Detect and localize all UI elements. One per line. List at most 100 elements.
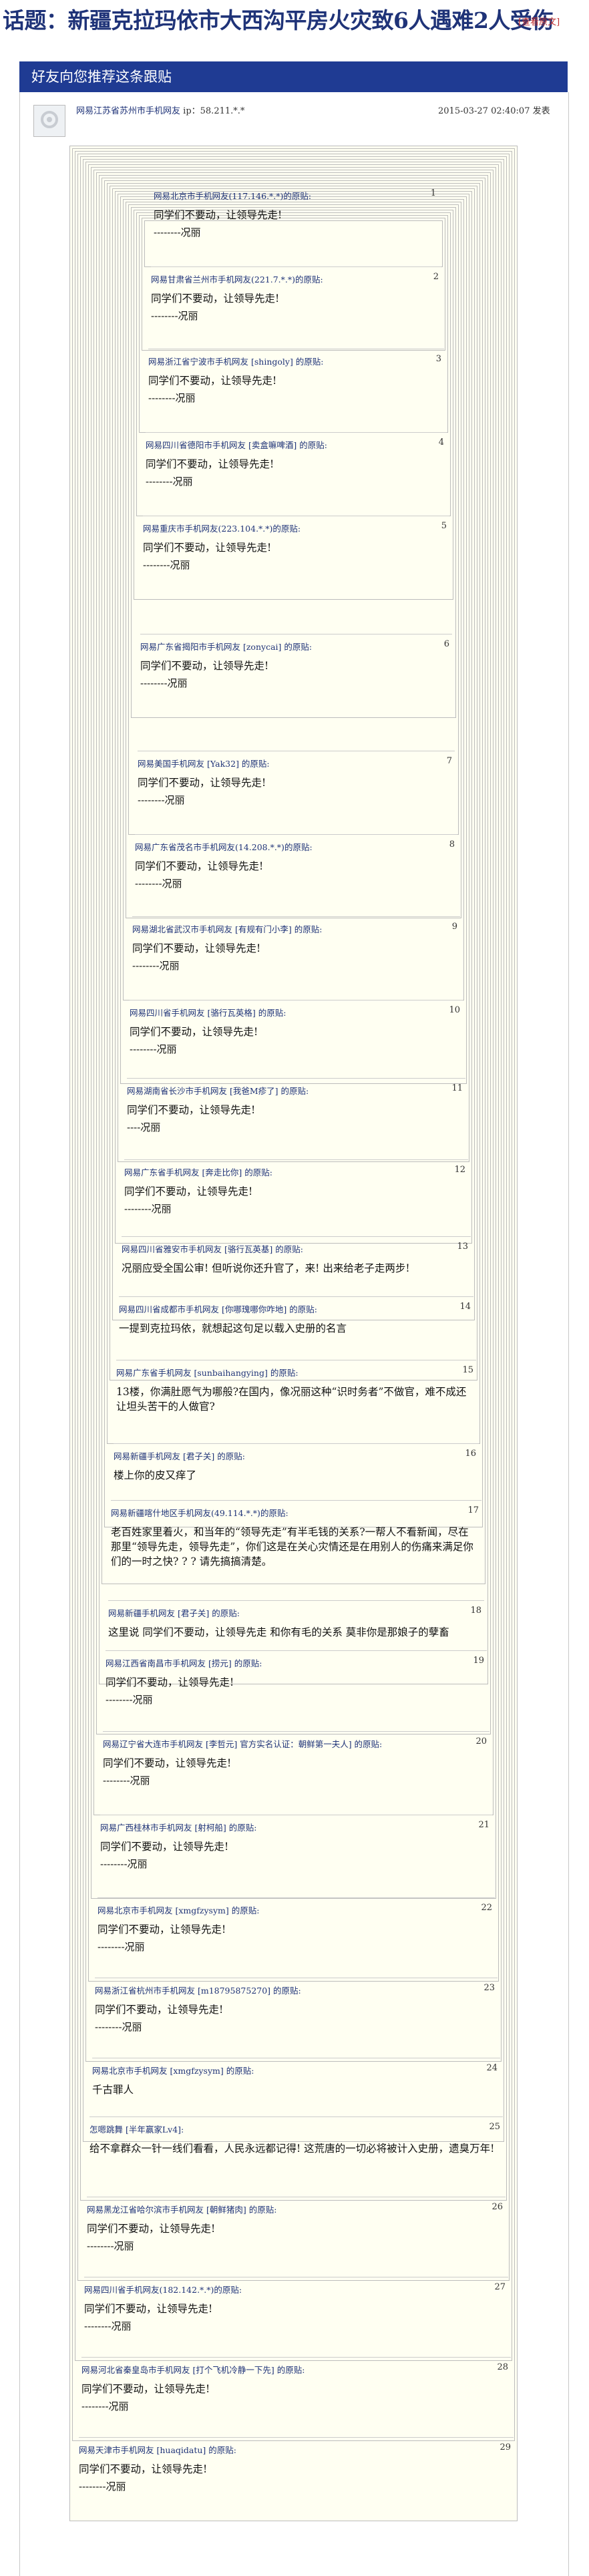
- reply-author[interactable]: 怎嗯跳舞 [半年赢家Lv4]:: [89, 2123, 184, 2135]
- reply-signature: --------况丽: [100, 1858, 148, 1870]
- reply-text: 同学们不要动，让领导先走!: [124, 1185, 253, 1198]
- reply-author[interactable]: 网易广东省揭阳市手机网友 [zonycai] 的原贴:: [140, 640, 312, 653]
- reply-author[interactable]: 网易四川省德阳市手机网友 [卖盒嘛啤酒] 的原贴:: [146, 438, 327, 451]
- floor-number: 4: [438, 437, 444, 447]
- reply-author[interactable]: 网易四川省手机网友(182.142.*.*)的原贴:: [84, 2283, 242, 2295]
- reply-divider: [106, 1650, 487, 1651]
- reply-item: 网易湖北省武汉市手机网友 [有规有门小李] 的原贴: 9 同学们不要动，让领导先走!…: [132, 916, 460, 987]
- reply-signature: --------况丽: [95, 2021, 142, 2033]
- floor-number: 25: [489, 2122, 500, 2132]
- reply-text: 同学们不要动，让领导先走!: [148, 375, 277, 387]
- reply-item: 网易广西桂林市手机网友 [射柯船] 的原贴: 21 同学们不要动，让领导先走! ---…: [100, 1815, 492, 1885]
- floor-number: 16: [465, 1449, 476, 1459]
- reply-item: 网易浙江省杭州市手机网友 [m18795875270] 的原贴: 23 同学们不要动…: [95, 1978, 498, 2048]
- reply-signature: --------况丽: [146, 476, 193, 488]
- reply-author[interactable]: 网易湖北省武汉市手机网友 [有规有门小李] 的原贴:: [132, 922, 322, 935]
- avatar[interactable]: [33, 105, 65, 137]
- reply-item: 网易江西省南昌市手机网友 [捞元] 的原贴: 19 同学们不要动，让领导先走! ---…: [106, 1650, 487, 1721]
- floor-number: 20: [475, 1736, 487, 1746]
- reply-author[interactable]: 网易湖南省长沙市手机网友 [我爸M疹了] 的原贴:: [127, 1084, 309, 1097]
- reply-author[interactable]: 网易北京市手机网友 [xmgfzysym] 的原贴:: [97, 1903, 259, 1916]
- reply-author[interactable]: 网易河北省秦皇岛市手机网友 [打个飞机冷静一下先] 的原贴:: [81, 2363, 305, 2376]
- reply-signature: --------况丽: [143, 559, 190, 571]
- reply-text: 同学们不要动，让领导先走!: [106, 1676, 234, 1688]
- reply-text: 同学们不要动，让领导先走!: [87, 2223, 216, 2235]
- floor-number: 15: [462, 1365, 473, 1375]
- reply-divider: [111, 1500, 481, 1501]
- reply-divider: [81, 2357, 511, 2358]
- reply-item: 网易黑龙江省哈尔滨市手机网友 [朝鲜猪肉] 的原贴: 26 同学们不要动，让领导先走…: [87, 2197, 506, 2267]
- reply-author[interactable]: 网易四川省雅安市手机网友 [骆行瓦英基] 的原贴:: [122, 1242, 303, 1255]
- reply-text: 同学们不要动，让领导先走!: [103, 1757, 232, 1769]
- floor-number: 8: [449, 840, 455, 850]
- reply-item: 网易广东省揭阳市手机网友 [zonycai] 的原贴: 6 同学们不要动，让领导先走…: [140, 634, 452, 705]
- floor-number: 21: [478, 1820, 489, 1830]
- reply-divider: [132, 916, 460, 917]
- reply-author[interactable]: 网易美国手机网友 [Yak32] 的原贴:: [138, 757, 270, 769]
- reply-text: 同学们不要动，让领导先走!: [97, 1923, 226, 1936]
- reply-author[interactable]: 网易新疆手机网友 [君子关] 的原贴:: [114, 1449, 245, 1462]
- reply-author[interactable]: 网易北京市手机网友 [xmgfzysym] 的原贴:: [92, 2064, 254, 2076]
- reply-text: 同学们不要动，让领导先走!: [151, 293, 280, 305]
- section-header: 好友向您推荐这条跟贴: [19, 61, 568, 92]
- reply-item: 网易美国手机网友 [Yak32] 的原贴: 7 同学们不要动，让领导先走! -----…: [138, 751, 455, 821]
- reply-author[interactable]: 网易新疆喀什地区手机网友(49.114.*.*)的原贴:: [111, 1506, 288, 1519]
- reply-author[interactable]: 网易广东省茂名市手机网友(14.208.*.*)的原贴:: [135, 840, 313, 853]
- reply-text: 同学们不要动，让领导先走!: [138, 777, 266, 789]
- floor-number: 13: [457, 1242, 468, 1252]
- reply-divider: [127, 1078, 465, 1079]
- reply-signature: --------况丽: [140, 677, 188, 689]
- floor-number: 26: [492, 2202, 503, 2212]
- reply-author[interactable]: 网易黑龙江省哈尔滨市手机网友 [朝鲜猪肉] 的原贴:: [87, 2203, 276, 2215]
- reply-author[interactable]: 网易江西省南昌市手机网友 [捞元] 的原贴:: [106, 1656, 262, 1669]
- reply-item: 网易新疆喀什地区手机网友(49.114.*.*)的原贴: 17 老百姓家里着火，和当…: [111, 1500, 481, 1571]
- reply-divider: [114, 1443, 479, 1444]
- reply-text: 13楼，你满肚愿气为哪般?在国内，像况丽这种“识时务者”不做官，难不成还让坦头苦…: [116, 1386, 467, 1413]
- reply-signature: ----况丽: [127, 1121, 161, 1133]
- reply-item: 网易四川省成都市手机网友 [你哪瑰哪你咋地] 的原贴: 14 一提到克拉玛依，就想起…: [119, 1296, 473, 1367]
- reply-author[interactable]: 网易四川省手机网友 [骆行瓦英格] 的原贴:: [130, 1006, 286, 1019]
- reply-author[interactable]: 网易浙江省杭州市手机网友 [m18795875270] 的原贴:: [95, 1984, 301, 1996]
- reply-text: 老百姓家里着火，和当年的“领导先走”有半毛钱的关系?一帮人不看新闻，尽在那里“领…: [111, 1526, 473, 1568]
- reply-item: 网易湖南省长沙市手机网友 [我爸M疹了] 的原贴: 11 同学们不要动，让领导先走!…: [127, 1078, 465, 1149]
- reply-text: 况丽应受全国公审! 但听说你还升官了，来! 出来给老子走两步!: [122, 1262, 410, 1274]
- reply-divider: [79, 2437, 514, 2438]
- reply-signature: --------况丽: [154, 226, 201, 238]
- reply-item: 网易浙江省宁波市手机网友 [shingoly] 的原贴: 3 同学们不要动，让领导先…: [148, 349, 444, 419]
- reply-author[interactable]: 网易广西桂林市手机网友 [射柯船] 的原贴:: [100, 1821, 256, 1833]
- reply-author[interactable]: 网易甘肃省兰州市手机网友(221.7.*.*)的原贴:: [151, 272, 323, 285]
- floor-number: 10: [449, 1005, 460, 1015]
- reply-text: 同学们不要动，让领导先走!: [84, 2303, 213, 2315]
- reply-text: 同学们不要动，让领导先走!: [130, 1026, 258, 1038]
- reply-author[interactable]: 网易四川省成都市手机网友 [你哪瑰哪你咋地] 的原贴:: [119, 1302, 317, 1315]
- post-author[interactable]: 网易江苏省苏州市手机网友: [76, 106, 180, 116]
- floor-number: 11: [451, 1083, 463, 1093]
- reply-author[interactable]: 网易辽宁省大连市手机网友 [李哲元] 官方实名认证：朝鲜第一夫人] 的原贴:: [103, 1737, 382, 1750]
- floor-number: 9: [451, 922, 457, 932]
- reply-signature: --------况丽: [148, 392, 196, 404]
- reply-item: 网易北京市手机网友 [xmgfzysym] 的原贴: 24 千古罪人: [92, 2058, 500, 2129]
- reply-author[interactable]: 网易浙江省宁波市手机网友 [shingoly] 的原贴:: [148, 355, 324, 367]
- floor-number: 12: [454, 1165, 465, 1175]
- floor-number: 3: [435, 354, 441, 364]
- reply-author[interactable]: 网易天津市手机网友 [huaqidatu] 的原贴:: [79, 2443, 236, 2456]
- reply-signature: --------况丽: [81, 2400, 129, 2412]
- reply-text: 同学们不要动，让领导先走!: [143, 542, 272, 554]
- reply-signature: --------况丽: [79, 2480, 126, 2493]
- reply-signature: --------况丽: [132, 960, 180, 972]
- reply-author[interactable]: 网易广东省手机网友 [sunbaihangying] 的原贴:: [116, 1366, 299, 1378]
- reply-author[interactable]: 网易广东省手机网友 [奔走比你] 的原贴:: [124, 1165, 272, 1178]
- reply-text: 同学们不要动，让领导先走!: [100, 1841, 229, 1853]
- reply-item: 网易辽宁省大连市手机网友 [李哲元] 官方实名认证：朝鲜第一夫人] 的原贴: 20…: [103, 1731, 489, 1802]
- reply-item: 网易重庆市手机网友(223.104.*.*)的原贴: 5 同学们不要动，让领导先走!…: [143, 516, 449, 586]
- reply-author[interactable]: 网易新疆手机网友 [君子关] 的原贴:: [108, 1606, 240, 1619]
- floor-number: 22: [481, 1903, 492, 1913]
- reply-divider: [151, 266, 441, 267]
- reply-text: 同学们不要动，让领导先走!: [146, 458, 274, 470]
- floor-number: 23: [483, 1983, 495, 1993]
- view-original-link[interactable]: [查看原文]: [518, 15, 560, 27]
- reply-author[interactable]: 网易重庆市手机网友(223.104.*.*)的原贴:: [143, 522, 301, 534]
- reply-divider: [124, 1159, 468, 1160]
- reply-item: 网易甘肃省兰州市手机网友(221.7.*.*)的原贴: 2 同学们不要动，让领导先走…: [151, 266, 441, 337]
- reply-author[interactable]: 网易北京市手机网友(117.146.*.*)的原贴:: [154, 189, 311, 202]
